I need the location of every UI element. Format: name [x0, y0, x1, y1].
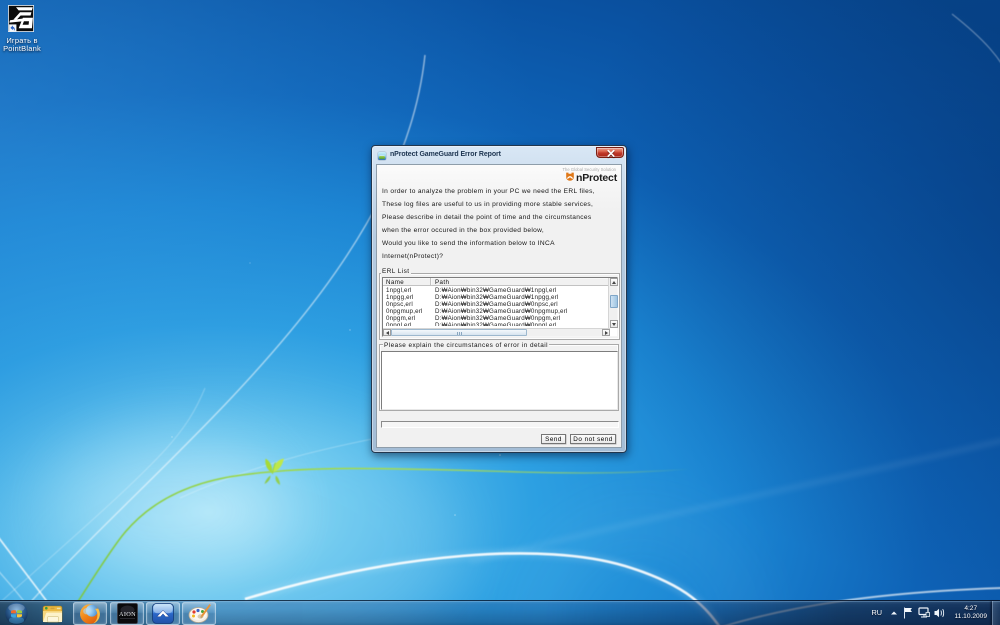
svg-text:AION: AION — [119, 611, 136, 618]
